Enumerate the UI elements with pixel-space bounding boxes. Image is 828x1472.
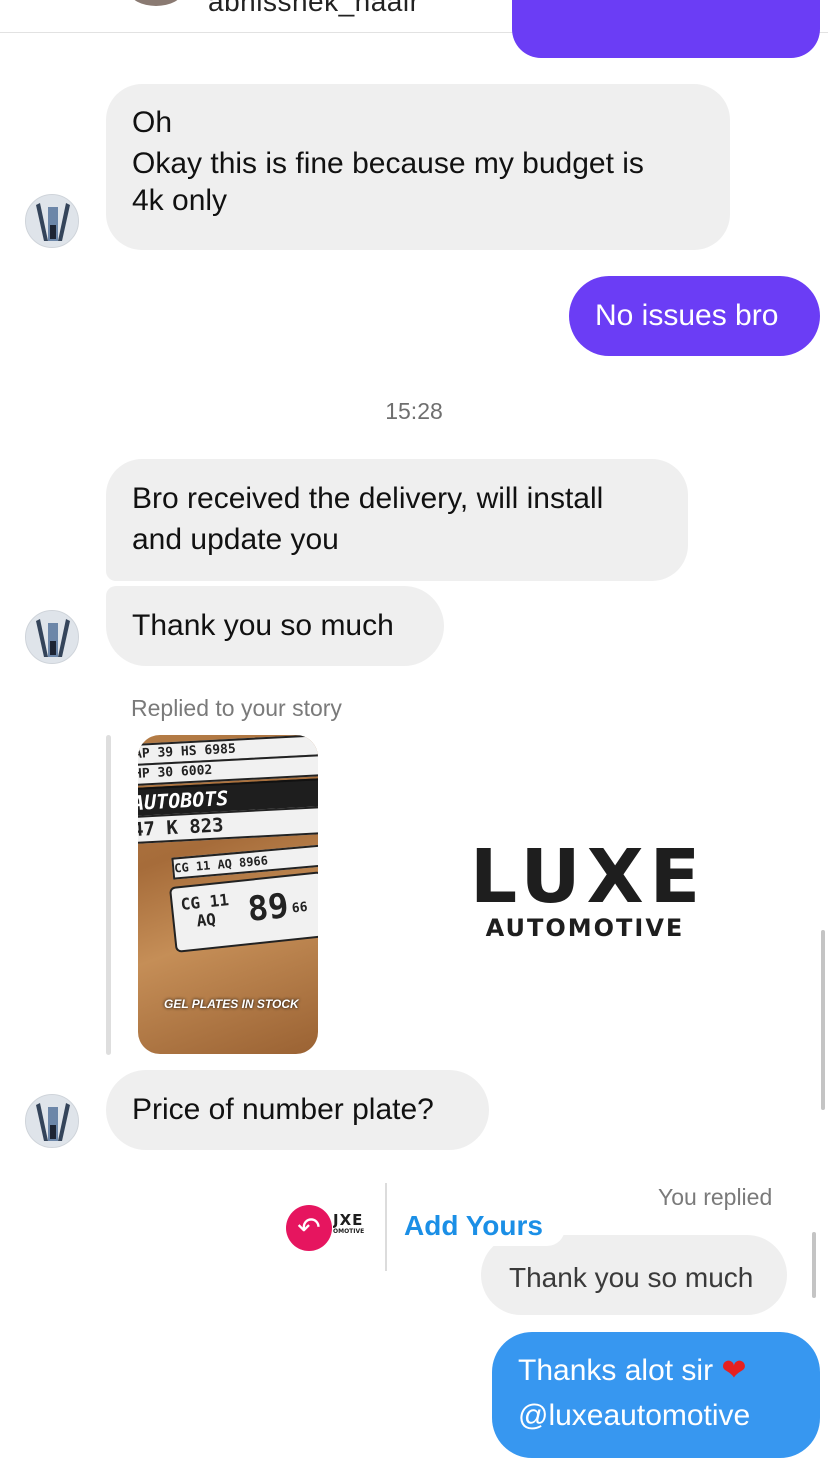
message-text: Thank you so much [132, 609, 394, 642]
contact-avatar[interactable] [25, 1094, 79, 1148]
scrollbar[interactable] [812, 1232, 816, 1298]
mini-logo: JXE OMOTIVE [333, 1213, 365, 1235]
story-reply-label: Replied to your story [131, 695, 342, 721]
quoted-text: Thank you so much [509, 1262, 754, 1293]
story-thumbnail[interactable]: AP 39 HS 6985 HP 30 6002 AUTOBOTS 47 K 8… [138, 735, 318, 1054]
message-bubble-outgoing[interactable]: No issues bro [569, 276, 820, 356]
message-text: 4k only [132, 184, 228, 217]
contact-avatar[interactable] [25, 194, 79, 248]
message-text: Oh [132, 106, 173, 139]
you-replied-label: You replied [658, 1184, 773, 1210]
contact-avatar[interactable] [25, 610, 79, 664]
message-text: Price of number plate? [132, 1093, 434, 1126]
message-bubble-incoming[interactable]: Oh Okay this is fine because my budget i… [106, 84, 730, 250]
quoted-message[interactable]: Thank you so much [481, 1235, 787, 1315]
message-bubble-incoming[interactable]: Price of number plate? [106, 1070, 489, 1150]
brand-logo: LUXE AUTOMOTIVE [470, 838, 700, 942]
message-bubble-outgoing-cutoff[interactable] [512, 0, 820, 58]
message-text: Thanks alot sir [518, 1354, 714, 1387]
reply-arrow-icon[interactable]: ↶ [286, 1205, 332, 1251]
story-plate-large: CG 11 AQ 89 66 [168, 871, 318, 953]
heart-emoji-icon: ❤ [721, 1354, 747, 1387]
sticker-divider [385, 1183, 387, 1271]
add-yours-button[interactable]: Add Yours [398, 1210, 565, 1246]
logo-wordmark: LUXE [470, 834, 707, 920]
mention-link[interactable]: @luxeautomotive [518, 1395, 820, 1436]
story-reply-line [106, 735, 111, 1055]
message-bubble-incoming[interactable]: Thank you so much [106, 586, 444, 666]
message-text: Bro received the delivery, will install [132, 482, 604, 515]
story-caption: GEL PLATES IN STOCK [164, 997, 299, 1011]
message-text: No issues bro [595, 299, 779, 332]
message-text: and update you [132, 523, 339, 556]
scrollbar[interactable] [821, 930, 825, 1110]
header-avatar[interactable] [130, 0, 182, 6]
message-bubble-outgoing[interactable]: Thanks alot sir ❤ @luxeautomotive [492, 1332, 820, 1458]
timestamp: 15:28 [385, 398, 443, 424]
logo-subtitle: AUTOMOTIVE [485, 914, 685, 942]
message-bubble-incoming[interactable]: Bro received the delivery, will install … [106, 459, 688, 581]
header-username[interactable]: abhisshek_naair [208, 0, 419, 18]
message-text: Okay this is fine because my budget is [132, 147, 644, 180]
